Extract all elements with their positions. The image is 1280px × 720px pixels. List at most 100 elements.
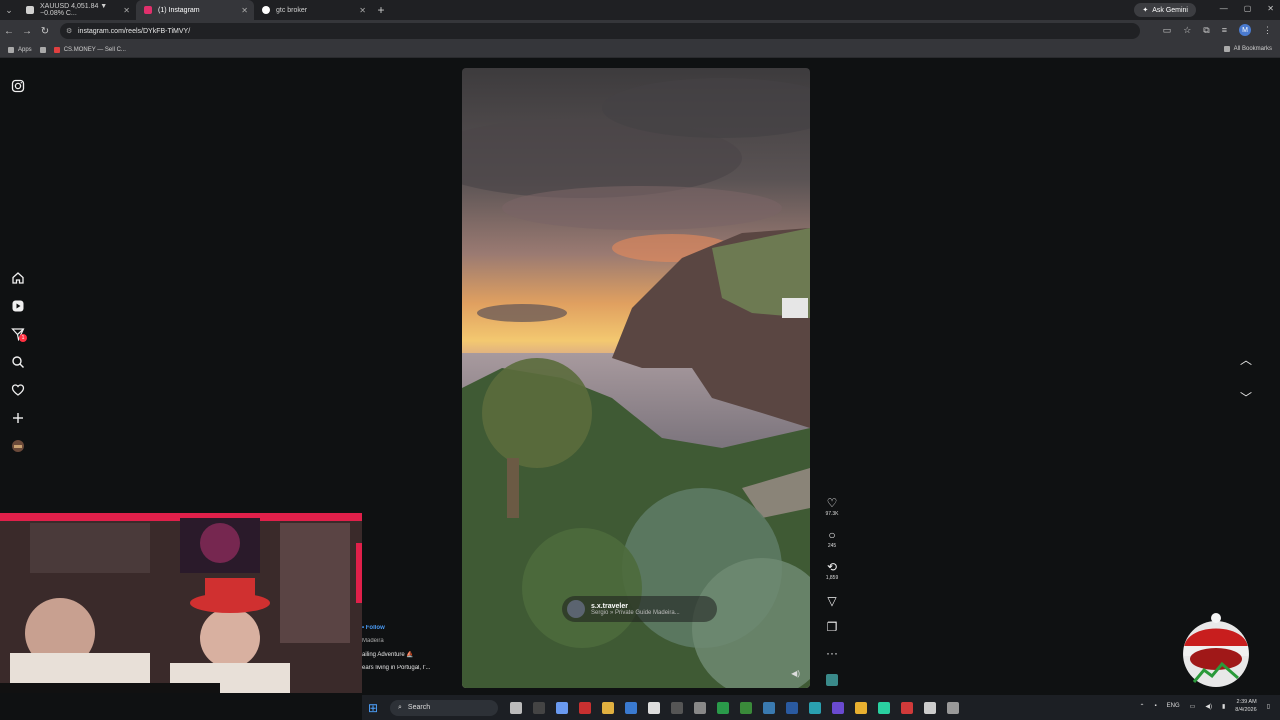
search-icon: ⌕ bbox=[398, 703, 402, 711]
clock-time: 2:39 AM bbox=[1236, 699, 1257, 705]
share-icon[interactable]: ▽ bbox=[820, 595, 844, 607]
volume-icon[interactable]: ◀) bbox=[791, 669, 800, 678]
heart-icon[interactable] bbox=[11, 383, 25, 397]
app-icon[interactable] bbox=[924, 701, 936, 714]
tab-label: (1) Instagram bbox=[158, 6, 200, 14]
save-action[interactable]: ❐ bbox=[820, 621, 844, 633]
close-icon[interactable]: ✕ bbox=[123, 6, 130, 15]
address-bar-row: ← → ↻ ⚙ instagram.com/reels/DYkFB-TiMVY/… bbox=[0, 20, 1280, 42]
extensions-icon[interactable]: ⧉ bbox=[1203, 25, 1209, 36]
profile-avatar[interactable]: M bbox=[1239, 24, 1251, 36]
back-button[interactable]: ← bbox=[0, 26, 18, 37]
instagram-logo-icon[interactable] bbox=[11, 79, 25, 93]
app-icon[interactable] bbox=[740, 701, 752, 714]
tray-app-icon[interactable]: ▪ bbox=[1155, 703, 1157, 709]
cast-icon[interactable]: ▭ bbox=[1163, 25, 1172, 36]
chrome-icon[interactable] bbox=[855, 701, 867, 714]
reload-button[interactable]: ↻ bbox=[36, 26, 54, 37]
settings-icon[interactable] bbox=[947, 701, 959, 714]
heart-icon[interactable]: ♡ bbox=[820, 497, 844, 509]
bookmark-grid[interactable] bbox=[39, 46, 46, 53]
comment-action[interactable]: ○ 245 bbox=[820, 529, 844, 549]
tab-gtc-broker[interactable]: gtc broker ✕ bbox=[254, 0, 372, 20]
reel-video[interactable]: s.x.traveler Sergio » Private Guide Made… bbox=[462, 68, 810, 688]
url-input[interactable]: ⚙ instagram.com/reels/DYkFB-TiMVY/ bbox=[60, 23, 1140, 39]
app-icon[interactable] bbox=[809, 701, 821, 714]
copilot-icon[interactable] bbox=[556, 701, 568, 714]
site-info-icon[interactable]: ⚙ bbox=[66, 27, 72, 35]
volume-icon[interactable]: ◀) bbox=[1205, 703, 1212, 710]
bookmark-apps[interactable]: Apps bbox=[8, 46, 32, 53]
repost-action[interactable]: ⟲ 1,859 bbox=[820, 561, 844, 581]
comment-icon[interactable]: ○ bbox=[820, 529, 844, 541]
previous-reel-button[interactable]: ︿ bbox=[1236, 350, 1256, 370]
follow-button[interactable]: • Follow bbox=[362, 625, 385, 631]
tradingview-icon bbox=[26, 6, 34, 14]
notifications-icon[interactable]: ▯ bbox=[1267, 703, 1270, 710]
bookmark-label: Apps bbox=[18, 46, 32, 53]
taskbar-search[interactable]: ⌕ Search bbox=[390, 699, 498, 716]
app-icon[interactable] bbox=[579, 701, 591, 714]
widgets-icon[interactable] bbox=[533, 701, 545, 714]
task-view-icon[interactable] bbox=[510, 701, 522, 714]
next-reel-button[interactable]: ﹀ bbox=[1236, 388, 1256, 408]
share-action[interactable]: ▽ bbox=[820, 595, 844, 607]
more-icon[interactable]: ··· bbox=[820, 647, 844, 659]
media-icon[interactable]: ≡ bbox=[1222, 25, 1227, 35]
ask-gemini-button[interactable]: ✦ Ask Gemini bbox=[1134, 3, 1196, 17]
discord-icon[interactable] bbox=[832, 701, 844, 714]
minimize-button[interactable]: — bbox=[1220, 4, 1228, 13]
more-action[interactable]: ··· bbox=[820, 647, 844, 659]
create-plus-icon[interactable] bbox=[11, 411, 25, 425]
forward-button[interactable]: → bbox=[18, 26, 36, 37]
audio-thumbnail[interactable] bbox=[820, 673, 844, 691]
author-name[interactable]: s.x.traveler bbox=[591, 603, 680, 610]
caption-text[interactable]: ears living in Portugal, I'... bbox=[362, 665, 462, 671]
audio-track-icon[interactable] bbox=[826, 674, 838, 686]
app-icon[interactable] bbox=[694, 701, 706, 714]
network-icon[interactable]: ▭ bbox=[1190, 703, 1196, 710]
xbox-icon[interactable] bbox=[717, 701, 729, 714]
like-action[interactable]: ♡ 97.3K bbox=[820, 497, 844, 517]
maximize-button[interactable]: ▢ bbox=[1244, 4, 1252, 13]
file-explorer-icon[interactable] bbox=[602, 701, 614, 714]
reel-author-chip[interactable]: s.x.traveler Sergio » Private Guide Made… bbox=[562, 596, 717, 622]
tab-label: XAUUSD 4,051.84 ▼ −0.08% C... bbox=[40, 3, 108, 17]
app-icon[interactable] bbox=[671, 701, 683, 714]
apps-icon bbox=[8, 46, 14, 53]
app-icon[interactable] bbox=[648, 701, 660, 714]
close-icon[interactable]: ✕ bbox=[359, 6, 366, 15]
app-icon[interactable] bbox=[878, 701, 890, 714]
caption-location[interactable]: Madeira bbox=[362, 638, 462, 644]
battery-icon[interactable]: ▮ bbox=[1222, 703, 1225, 710]
close-icon[interactable]: ✕ bbox=[241, 6, 248, 15]
language-indicator[interactable]: ENG bbox=[1167, 703, 1180, 709]
profile-avatar-icon[interactable] bbox=[11, 439, 25, 453]
reels-icon[interactable] bbox=[11, 299, 25, 313]
all-bookmarks[interactable]: All Bookmarks bbox=[1223, 46, 1272, 52]
bookmark-icon[interactable]: ❐ bbox=[820, 621, 844, 633]
app-icon[interactable] bbox=[901, 701, 913, 714]
taskbar-clock[interactable]: 2:39 AM 8/4/2026 bbox=[1235, 698, 1256, 714]
menu-icon[interactable]: ⋮ bbox=[1263, 25, 1272, 36]
repost-count: 1,859 bbox=[825, 575, 839, 581]
taskbar-search-label: Search bbox=[407, 704, 431, 711]
search-icon[interactable] bbox=[11, 355, 25, 369]
new-tab-button[interactable]: + bbox=[372, 3, 390, 17]
bookmark-star-icon[interactable]: ☆ bbox=[1183, 25, 1191, 36]
repost-icon[interactable]: ⟲ bbox=[820, 561, 844, 573]
tab-xauusd[interactable]: XAUUSD 4,051.84 ▼ −0.08% C... ✕ bbox=[18, 0, 136, 20]
steam-icon[interactable] bbox=[786, 701, 798, 714]
tab-search-icon[interactable]: ⌄ bbox=[0, 5, 18, 16]
close-window-button[interactable]: ✕ bbox=[1267, 4, 1274, 13]
author-avatar[interactable] bbox=[567, 600, 585, 618]
windows-start-icon[interactable]: ⊞ bbox=[368, 702, 380, 714]
tab-instagram[interactable]: (1) Instagram ✕ bbox=[136, 0, 254, 20]
home-icon[interactable] bbox=[11, 271, 25, 285]
app-icon[interactable] bbox=[763, 701, 775, 714]
folder-icon bbox=[1223, 46, 1230, 52]
edge-icon[interactable] bbox=[625, 701, 637, 714]
chevron-up-icon[interactable]: ⌃ bbox=[1139, 703, 1144, 710]
grid-icon bbox=[39, 46, 46, 53]
bookmark-csmoney[interactable]: CS.MONEY — Sell C... bbox=[53, 46, 126, 53]
